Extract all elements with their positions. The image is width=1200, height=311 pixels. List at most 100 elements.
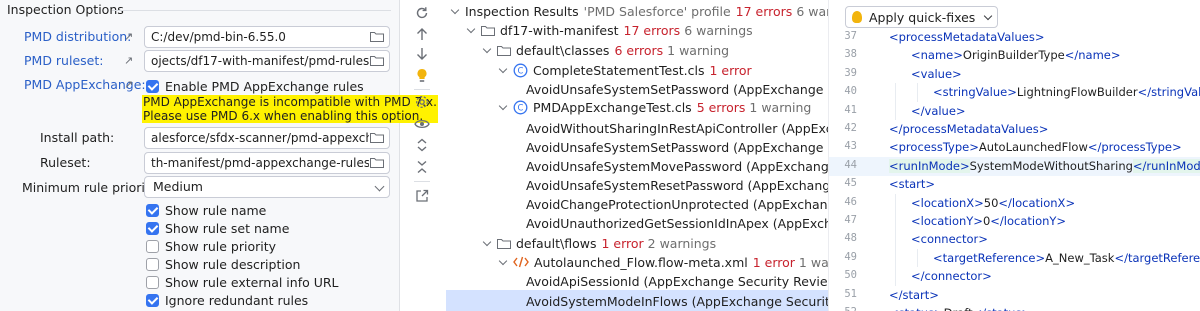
warning-count: 1 warning: [749, 99, 812, 115]
node-label: default\classes: [516, 42, 610, 58]
apex-class-icon: C: [513, 100, 528, 115]
arrow-down-icon[interactable]: [412, 44, 432, 64]
line-number: 38: [844, 48, 857, 61]
xml-open-tag: <locationY>: [911, 214, 983, 228]
line-number: 49: [844, 250, 857, 263]
xml-close-tag: </targetReference>: [1114, 250, 1200, 265]
warning-count: 6 warnings: [684, 22, 753, 38]
ruleset-field[interactable]: th-manifest/pmd-appexchange-ruleset.xml: [144, 152, 390, 174]
xml-open-tag: <status>: [889, 306, 944, 311]
section-divider: [112, 10, 391, 11]
line-number: 50: [844, 269, 857, 282]
pmd-ruleset-field[interactable]: ojects/df17-with-manifest/pmd-ruleset.xm…: [144, 50, 390, 72]
code-line: <locationY>0</locationY>: [911, 212, 1066, 230]
chevron-down-icon[interactable]: [450, 5, 460, 16]
folder-icon[interactable]: [370, 157, 384, 168]
checkbox-unchecked-icon[interactable]: [146, 239, 159, 253]
external-link-icon[interactable]: ↗: [124, 54, 133, 67]
svg-text:C: C: [518, 103, 524, 113]
install-path-field[interactable]: alesforce/sfdx-scanner/pmd-appexchange: [144, 127, 390, 149]
code-line: </processMetadataValues>: [889, 120, 1048, 138]
xml-value: 50: [983, 195, 999, 210]
tree-node[interactable]: default\classes 6 errors 1 warning: [482, 39, 828, 61]
code-line: <runInMode>SystemModeWithoutSharing</run…: [889, 157, 1200, 175]
external-link-icon[interactable]: ↗: [124, 30, 133, 43]
chevron-down-icon[interactable]: [482, 44, 492, 55]
folder-icon[interactable]: [370, 55, 384, 66]
xml-value: LightningFlowBuilder: [1016, 85, 1138, 100]
node-label: AvoidSystemModeInFlows (AppExchange Secu…: [526, 293, 828, 309]
pmd-distribution-label[interactable]: PMD distribution:: [24, 29, 131, 44]
chevron-down-icon[interactable]: [498, 256, 508, 267]
line-number: 40: [844, 85, 857, 98]
folder-icon: [497, 238, 511, 249]
apply-quick-fixes-button[interactable]: Apply quick-fixes: [845, 6, 999, 28]
lightbulb-icon[interactable]: [412, 65, 432, 85]
option-checkbox[interactable]: Show rule set name: [146, 220, 289, 236]
xml-close-tag: </runInMode>: [1132, 158, 1200, 173]
problem-item[interactable]: AvoidSystemModeInFlows (AppExchange Secu…: [446, 290, 828, 311]
tree-node[interactable]: C PMDAppExchangeTest.cls 5 errors 1 warning: [498, 96, 828, 118]
xml-close-tag: </name>: [1064, 48, 1121, 63]
checkbox-checked-icon[interactable]: [146, 79, 159, 93]
problem-item[interactable]: AvoidApiSessionId (AppExchange Security …: [526, 270, 828, 292]
code-line: <processType>AutoLaunchedFlow</processTy…: [889, 138, 1182, 156]
eye-icon[interactable]: [412, 114, 432, 134]
option-label: Show rule name: [165, 202, 267, 218]
svg-text:C: C: [518, 66, 524, 76]
collapse-all-icon[interactable]: [412, 157, 432, 177]
section-title: Inspection Options: [7, 2, 124, 17]
expand-all-icon[interactable]: [412, 135, 432, 155]
xml-close-tag: </locationX>: [998, 195, 1076, 210]
checkbox-unchecked-icon[interactable]: [146, 257, 159, 271]
pmd-distribution-field[interactable]: C:/dev/pmd-bin-6.55.0: [144, 26, 390, 48]
install-path-label: Install path:: [40, 130, 115, 145]
folder-icon[interactable]: [370, 132, 384, 143]
checkbox-checked-icon[interactable]: [146, 293, 159, 307]
chevron-down-icon[interactable]: [482, 237, 492, 248]
node-label: AvoidUnauthorizedGetSessionIdInApex (App…: [526, 215, 828, 231]
chevron-down-icon[interactable]: [498, 101, 508, 112]
xml-open-tag: <targetReference>: [933, 250, 1046, 265]
option-checkbox[interactable]: Show rule external info URL: [146, 274, 339, 290]
arrow-up-icon[interactable]: [412, 24, 432, 44]
min-priority-select[interactable]: Medium: [144, 176, 390, 198]
error-count: 6 errors: [614, 42, 664, 58]
checkbox-checked-icon[interactable]: [146, 203, 159, 217]
option-checkbox[interactable]: Show rule description: [146, 256, 300, 272]
tree-node[interactable]: df17-with-manifest 17 errors 6 warnings: [466, 19, 828, 41]
pmd-ruleset-label[interactable]: PMD ruleset:: [24, 53, 103, 68]
rerun-icon[interactable]: [412, 3, 432, 23]
xml-open-tag: <locationX>: [911, 195, 984, 210]
code-line: <start>: [889, 175, 935, 193]
option-checkbox[interactable]: Ignore redundant rules: [146, 292, 308, 308]
node-label: AvoidApiSessionId (AppExchange Security …: [526, 273, 828, 289]
xml-value: SystemModeWithoutSharing: [969, 158, 1133, 173]
node-label: AvoidUnsafeSystemResetPassword (AppExcha…: [526, 177, 828, 193]
chevron-down-icon[interactable]: [498, 64, 508, 75]
export-icon[interactable]: [412, 186, 432, 206]
toolbar-divider: [414, 89, 430, 90]
settings-icon[interactable]: [412, 92, 432, 112]
node-label: AvoidUnsafeSystemMovePassword (AppExchan…: [526, 158, 828, 174]
xml-open-tag: </start>: [889, 287, 939, 302]
checkbox-checked-icon[interactable]: [146, 221, 159, 235]
results-toolbar: [408, 0, 436, 311]
line-number: 45: [844, 177, 857, 190]
chevron-down-icon[interactable]: [466, 24, 476, 35]
line-number: 39: [844, 66, 857, 79]
code-line: <name>OriginBuilderType</name>: [911, 46, 1121, 64]
folder-icon[interactable]: [370, 31, 384, 42]
enable-appexchange-checkbox[interactable]: Enable PMD AppExchange rules: [146, 78, 364, 94]
xml-open-tag: <value>: [911, 66, 962, 81]
node-label: PMDAppExchangeTest.cls: [533, 99, 692, 115]
line-number: 43: [844, 140, 857, 153]
problem-item[interactable]: AvoidUnauthorizedGetSessionIdInApex (App…: [526, 212, 828, 234]
indent-guide: [917, 83, 918, 102]
checkbox-unchecked-icon[interactable]: [146, 275, 159, 289]
xml-open-tag: <runInMode>: [889, 158, 970, 173]
option-checkbox[interactable]: Show rule priority: [146, 238, 276, 254]
indent-guide: [917, 248, 918, 268]
option-checkbox[interactable]: Show rule name: [146, 202, 266, 218]
external-link-icon[interactable]: ↗: [124, 78, 133, 91]
